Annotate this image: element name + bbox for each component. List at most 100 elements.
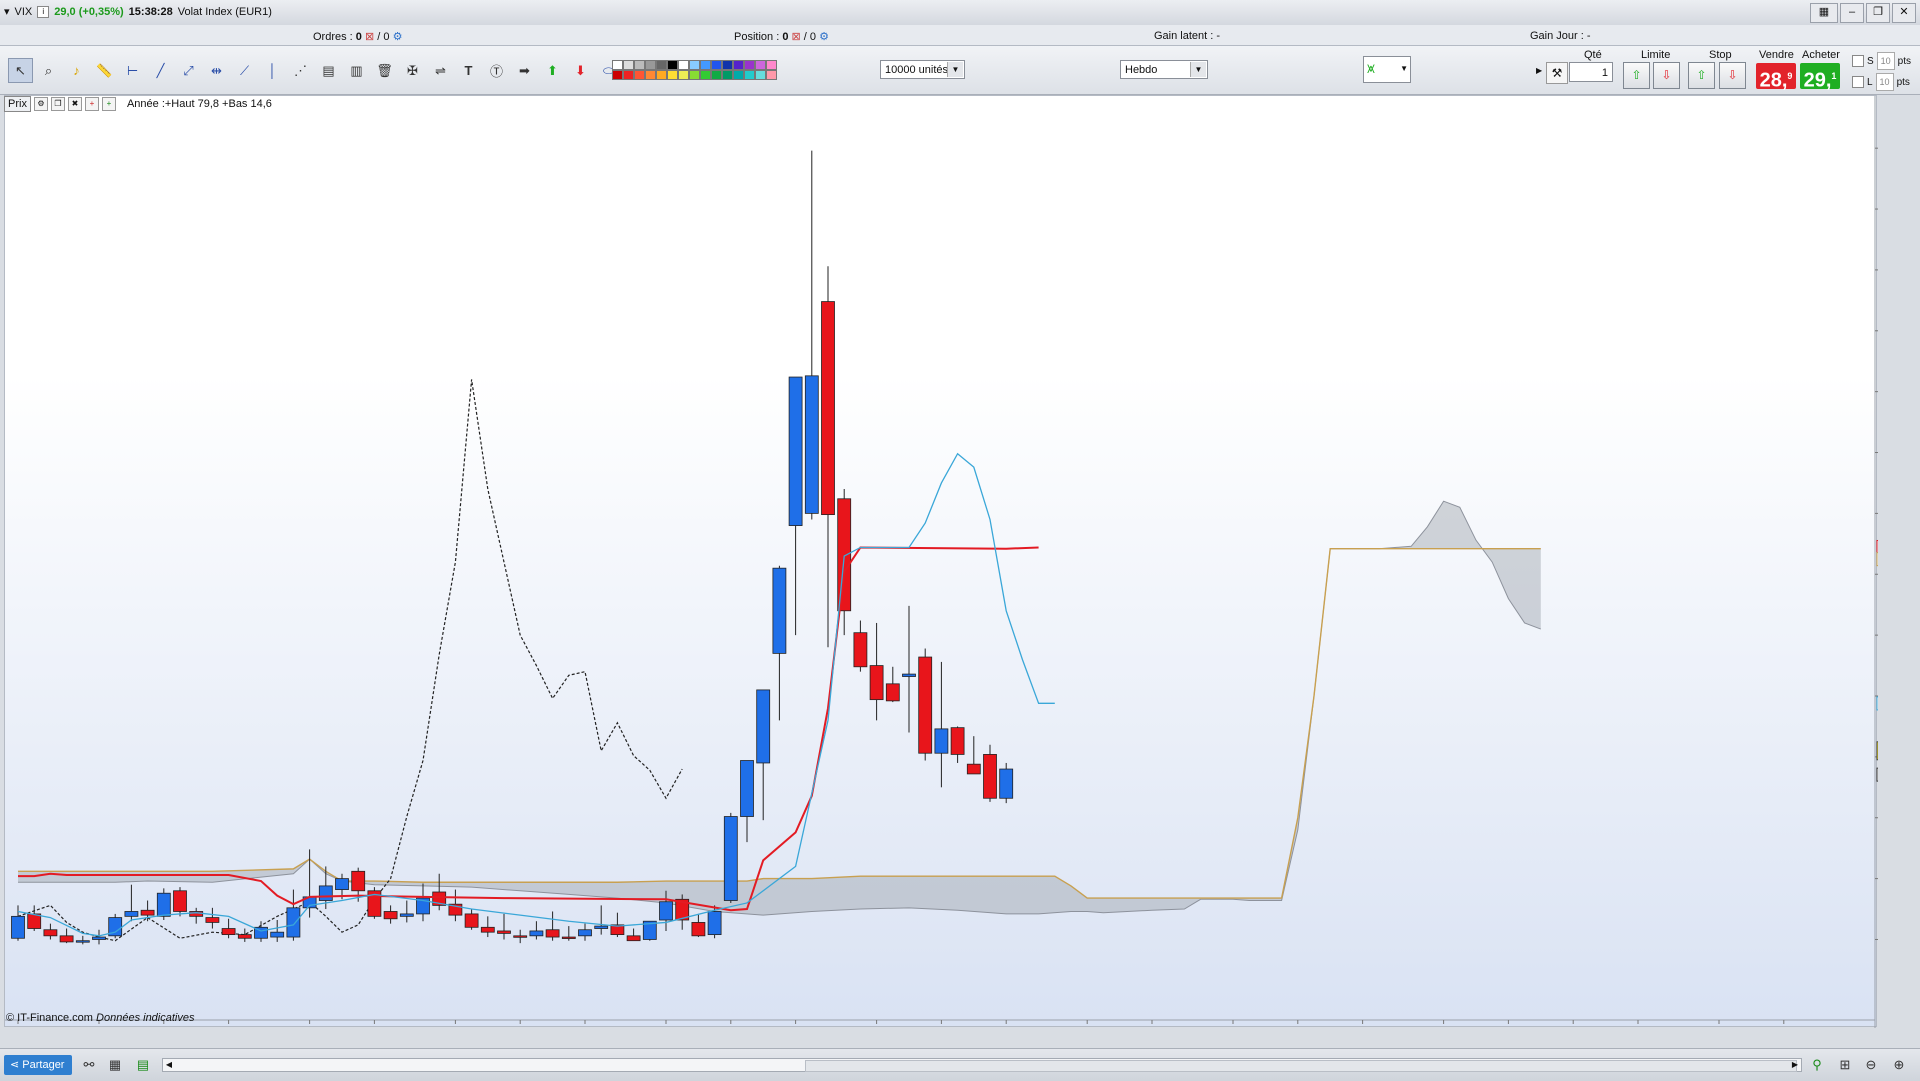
units-select[interactable]: 10000 unités ▼ — [880, 60, 965, 79]
calculator-icon[interactable]: ▦ — [106, 1056, 124, 1074]
color-swatch[interactable] — [755, 70, 766, 80]
info-icon[interactable]: i — [37, 5, 50, 18]
color-swatch[interactable] — [711, 60, 722, 70]
horizontal-line-icon[interactable]: ⊢ — [120, 58, 145, 83]
fan-tool-icon[interactable]: ⋰ — [288, 58, 313, 83]
position-settings-icon[interactable]: ⚙ — [819, 31, 829, 43]
add-indicator-icon[interactable]: + — [84, 97, 99, 111]
zoom-out-icon[interactable]: ⊖ — [1862, 1056, 1880, 1074]
limit-option[interactable]: L 10 pts — [1852, 73, 1910, 91]
scroll-right-icon[interactable]: ▶ — [1789, 1059, 1801, 1071]
close-icon[interactable]: ✕ — [1892, 3, 1916, 23]
sell-button[interactable]: 28,9 — [1756, 63, 1796, 92]
stop-loss-option[interactable]: S 10 pts — [1852, 52, 1911, 70]
color-swatch[interactable] — [656, 70, 667, 80]
cancel-orders-icon[interactable]: ⊠ — [365, 31, 374, 43]
chevron-down-icon[interactable]: ▼ — [1400, 64, 1408, 73]
ray-line-icon[interactable]: ⟋ — [232, 58, 257, 83]
color-swatch[interactable] — [634, 60, 645, 70]
duplicate-icon[interactable]: ❐ — [50, 97, 65, 111]
scrollbar-thumb[interactable] — [805, 1060, 1797, 1072]
quantity-input[interactable]: 1 — [1569, 62, 1613, 82]
color-palette[interactable] — [612, 60, 777, 80]
chart-scrollbar[interactable]: ◀ ▶ — [162, 1058, 1802, 1072]
color-swatch[interactable] — [656, 60, 667, 70]
panel-collapse-icon[interactable]: ▶ — [1536, 66, 1542, 75]
sell-arrow-icon[interactable]: ⬇ — [568, 58, 593, 83]
buy-button[interactable]: 29,1 — [1800, 63, 1840, 92]
close-position-icon[interactable]: ⊠ — [792, 31, 801, 43]
color-swatch[interactable] — [612, 70, 623, 80]
sell-limit-button[interactable]: ⇩ — [1653, 62, 1680, 89]
zoom-fit-icon[interactable]: ⊞ — [1836, 1056, 1854, 1074]
color-swatch[interactable] — [689, 60, 700, 70]
color-swatch[interactable] — [645, 60, 656, 70]
color-swatch[interactable] — [744, 60, 755, 70]
properties-icon[interactable]: ⚙ — [33, 97, 48, 111]
share-button[interactable]: ⋖ Partager — [4, 1055, 72, 1075]
chart-canvas[interactable]: 1520253035404550556065707580avr.maijuinj… — [5, 96, 1914, 1042]
stop-loss-checkbox[interactable] — [1852, 55, 1864, 67]
link-icon[interactable]: ⚯ — [80, 1056, 98, 1074]
color-swatch[interactable] — [766, 70, 777, 80]
zoom-tool-icon[interactable]: ⌕ — [36, 58, 61, 83]
restore-icon[interactable]: ❐ — [1866, 3, 1890, 23]
ruler-tool-icon[interactable]: 📏 — [92, 58, 117, 83]
color-swatch[interactable] — [744, 70, 755, 80]
remove-icon[interactable]: ✖ — [67, 97, 82, 111]
color-swatch[interactable] — [700, 70, 711, 80]
zoom-in-icon[interactable]: ⊕ — [1890, 1056, 1908, 1074]
color-swatch[interactable] — [766, 60, 777, 70]
orders-settings-icon[interactable]: ⚙ — [393, 31, 403, 43]
annotation-tool-icon[interactable]: Ⓣ — [484, 58, 509, 83]
alert-bell-icon[interactable]: ♪ — [64, 58, 89, 83]
limit-checkbox[interactable] — [1852, 76, 1864, 88]
parallel-line-icon[interactable]: ⇹ — [204, 58, 229, 83]
symbol-name[interactable]: VIX — [15, 6, 33, 18]
pointer-tool-icon[interactable]: ↖ — [8, 58, 33, 83]
chevron-down-icon[interactable]: ▼ — [1190, 62, 1206, 77]
color-swatch[interactable] — [722, 60, 733, 70]
color-swatch[interactable] — [667, 70, 678, 80]
buy-arrow-icon[interactable]: ⬆ — [540, 58, 565, 83]
color-swatch[interactable] — [711, 70, 722, 80]
prix-label[interactable]: Prix — [4, 96, 31, 112]
period-select[interactable]: Hebdo ▼ — [1120, 60, 1208, 79]
color-swatch[interactable] — [755, 60, 766, 70]
trend-line-icon[interactable]: ╱ — [148, 58, 173, 83]
color-swatch[interactable] — [700, 60, 711, 70]
color-swatch[interactable] — [722, 70, 733, 80]
color-swatch[interactable] — [733, 70, 744, 80]
extended-line-icon[interactable]: ⤢ — [176, 58, 201, 83]
delete-drawings-icon[interactable]: 🗑 — [372, 58, 397, 83]
color-swatch[interactable] — [667, 60, 678, 70]
magnet-tool-icon[interactable]: ✠ — [400, 58, 425, 83]
scroll-left-icon[interactable]: ◀ — [163, 1059, 175, 1071]
buy-limit-button[interactable]: ⇧ — [1623, 62, 1650, 89]
arrow-tool-icon[interactable]: ➡ — [512, 58, 537, 83]
color-swatch[interactable] — [678, 60, 689, 70]
buy-stop-button[interactable]: ⇧ — [1688, 62, 1715, 89]
chart-type-select[interactable]: ⩙ ▼ — [1363, 56, 1411, 83]
add-chart-icon[interactable]: + — [101, 97, 116, 111]
color-swatch[interactable] — [733, 60, 744, 70]
text-tool-icon[interactable]: T — [456, 58, 481, 83]
color-swatch[interactable] — [623, 60, 634, 70]
color-swatch[interactable] — [645, 70, 656, 80]
color-swatch[interactable] — [612, 60, 623, 70]
price-chart[interactable]: 1520253035404550556065707580avr.maijuinj… — [4, 95, 1914, 1042]
stop-loss-points-input[interactable]: 10 — [1876, 52, 1895, 70]
window-menu-icon[interactable]: ▦ — [1810, 3, 1838, 23]
color-swatch[interactable] — [634, 70, 645, 80]
chevron-down-icon[interactable]: ▼ — [947, 62, 963, 77]
fibonacci-icon[interactable]: ▤ — [316, 58, 341, 83]
color-swatch[interactable] — [678, 70, 689, 80]
vertical-line-icon[interactable]: │ — [260, 58, 285, 83]
fibonacci-extension-icon[interactable]: ▥ — [344, 58, 369, 83]
minimize-icon[interactable]: – — [1840, 3, 1864, 23]
symbol-dropdown-icon[interactable]: ▾ — [4, 5, 10, 18]
color-swatch[interactable] — [689, 70, 700, 80]
indicator-icon[interactable]: ⚲ — [1808, 1056, 1826, 1074]
wrench-icon[interactable]: ⚒ — [1546, 62, 1568, 84]
channel-tool-icon[interactable]: ⇌ — [428, 58, 453, 83]
